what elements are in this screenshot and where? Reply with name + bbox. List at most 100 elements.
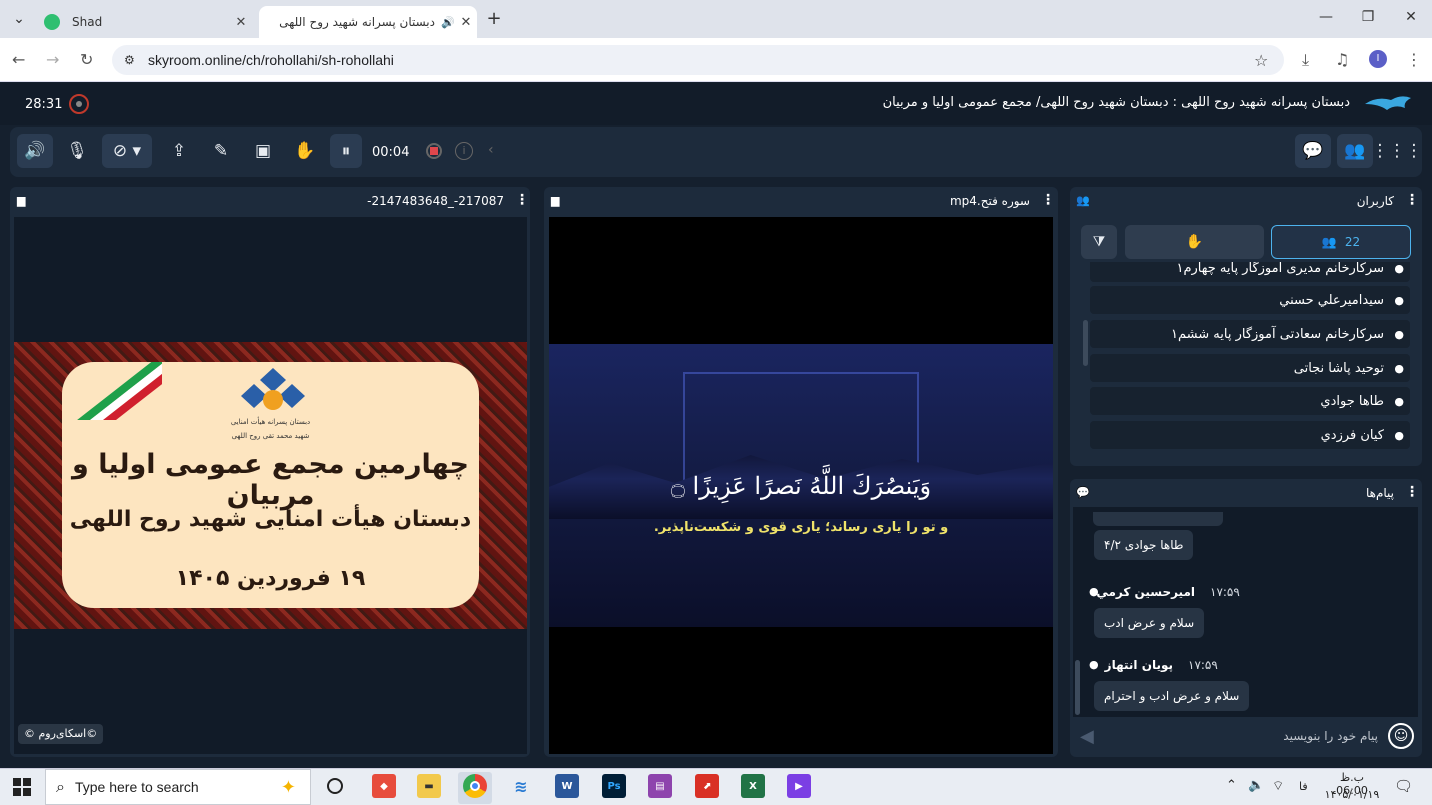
presentation-menu-icon[interactable]: ⋮	[515, 192, 529, 208]
microphone-muted-icon[interactable]: 🎙	[59, 134, 95, 168]
screen-share-icon[interactable]: ⇪	[161, 134, 197, 168]
app-icon[interactable]: ≋	[509, 774, 533, 798]
user-row[interactable]: ● سرکارخانم سعادتی آموزگار پایه ششم۱	[1090, 320, 1410, 348]
user-row[interactable]: ● کیان فرزدي	[1090, 421, 1410, 449]
users-icon: 👥	[1321, 235, 1337, 249]
messages-scrollbar[interactable]	[1075, 660, 1080, 715]
user-name: سیدامیرعلي حسني	[1279, 292, 1384, 308]
back-icon[interactable]: ←	[12, 50, 25, 69]
minimize-button[interactable]: —	[1316, 9, 1336, 25]
forward-icon[interactable]: →	[46, 50, 59, 69]
address-bar[interactable]: ⚙ skyroom.online/ch/rohollahi/sh-roholla…	[112, 45, 1284, 75]
school-logo-icon	[241, 368, 305, 410]
chat-toggle-button[interactable]: 💬	[1295, 134, 1331, 168]
user-name: توحید پاشا نجاتی	[1293, 360, 1384, 376]
shad-favicon-icon	[44, 14, 60, 30]
taskbar-date[interactable]: ۱۴۰۵/۰۱/۱۹	[1324, 788, 1380, 801]
tab-shad[interactable]: Shad ✕	[34, 6, 252, 38]
slide-school-line2: شهید محمد تقی روح اللهی	[231, 432, 310, 440]
tray-chevron-icon[interactable]: ⌃	[1226, 778, 1237, 793]
site-info-icon[interactable]: ⚙	[124, 53, 138, 67]
user-row[interactable]: ● سیدامیرعلي حسني	[1090, 286, 1410, 314]
ayah-translation: و تو را یاری رساند؛ یاری قوی و شکست‌ناپذ…	[653, 520, 949, 535]
slide-school-line1: دبستان پسرانه هیأت امنایی	[230, 418, 311, 426]
word-app-icon[interactable]: W	[555, 774, 579, 798]
user-icon: ●	[1394, 327, 1404, 341]
user-row[interactable]: ● توحید پاشا نجاتی	[1090, 354, 1410, 382]
media-app-icon[interactable]: ▶	[787, 774, 811, 798]
browser-menu-icon[interactable]: ⋮	[1406, 50, 1422, 69]
reload-icon[interactable]: ↻	[80, 50, 93, 69]
chrome-app-icon[interactable]	[463, 774, 487, 798]
network-icon[interactable]: ⌔	[1272, 778, 1284, 794]
window-close-button[interactable]: ✕	[1401, 9, 1421, 25]
message-bubble: سلام و عرض ادب	[1094, 608, 1205, 638]
raise-hand-icon[interactable]: ✋	[287, 134, 323, 168]
excel-app-icon[interactable]: X	[741, 774, 765, 798]
user-icon: ●	[1394, 428, 1404, 442]
raised-hands-tab[interactable]: ✋	[1125, 225, 1264, 259]
file-explorer-icon[interactable]: ▬	[417, 774, 441, 798]
windows-start-icon[interactable]	[13, 778, 31, 796]
task-view-icon[interactable]	[327, 778, 343, 794]
language-indicator[interactable]: فا	[1299, 780, 1308, 793]
message-sender: پویان انتهاز	[1104, 658, 1173, 672]
messages-title: پیام‌ها	[1365, 486, 1394, 500]
pdf-app-icon[interactable]: ⬈	[695, 774, 719, 798]
maximize-button[interactable]: ❐	[1358, 9, 1378, 25]
user-row[interactable]: ● طاها جوادي	[1090, 387, 1410, 415]
file-icon: ▆	[551, 194, 560, 207]
user-name: کیان فرزدي	[1320, 427, 1384, 443]
tab-close-icon[interactable]: ✕	[455, 15, 477, 30]
apps-grid-icon[interactable]: ⋮⋮⋮	[1372, 134, 1423, 168]
all-users-tab[interactable]: 👥 22	[1271, 225, 1411, 259]
speaker-toggle-button[interactable]: 🔊	[17, 134, 53, 168]
recording-indicator-icon	[69, 94, 89, 114]
tab-skyroom[interactable]: دبستان پسرانه شهید روح اللهی 🔊 ✕	[259, 6, 477, 38]
user-name: سرکارخانم سعادتی آموزگار پایه ششم۱	[1171, 326, 1384, 342]
tab-title: دبستان پسرانه شهید روح اللهی	[279, 15, 435, 29]
users-title: کاربران	[1356, 194, 1394, 208]
stop-recording-button[interactable]	[426, 143, 442, 159]
user-icon: ●	[1394, 394, 1404, 408]
collapse-chevron-icon[interactable]: ‹	[488, 142, 494, 158]
room-title: دبستان پسرانه شهید روح اللهی : دبستان شه…	[882, 95, 1350, 110]
filter-icon[interactable]: ⧩	[1081, 225, 1117, 259]
volume-icon[interactable]: 🔈	[1248, 778, 1264, 793]
files-icon[interactable]: ▣	[245, 134, 281, 168]
download-icon[interactable]: ⤓	[1302, 50, 1309, 70]
taskbar-search[interactable]: ⌕ Type here to search ✦	[45, 769, 311, 805]
profile-avatar[interactable]: I	[1369, 50, 1387, 68]
video-menu-icon[interactable]: ⋮	[1041, 192, 1055, 208]
new-tab-button[interactable]: +	[484, 8, 504, 29]
search-placeholder: Type here to search	[74, 779, 199, 795]
photoshop-app-icon[interactable]: Ps	[602, 774, 626, 798]
anydesk-app-icon[interactable]: ◆	[372, 774, 396, 798]
users-toggle-button[interactable]: 👥	[1337, 134, 1373, 168]
users-scrollbar[interactable]	[1083, 320, 1088, 366]
users-menu-icon[interactable]: ⋮	[1405, 192, 1419, 208]
message-bubble: سلام و عرض ادب و احترام	[1094, 681, 1250, 711]
send-icon[interactable]: ◀	[1080, 726, 1094, 747]
camera-off-button[interactable]: ⊘ ▾	[102, 134, 152, 168]
tab-title: Shad	[72, 15, 103, 29]
url-text[interactable]: skyroom.online/ch/rohollahi/sh-rohollahi	[148, 52, 1254, 68]
notifications-icon[interactable]: 🗨	[1394, 777, 1413, 795]
message-input[interactable]: پیام خود را بنویسید	[1110, 729, 1378, 743]
winrar-app-icon[interactable]: ▤	[648, 774, 672, 798]
bookmark-star-icon[interactable]: ☆	[1254, 51, 1284, 70]
messages-menu-icon[interactable]: ⋮	[1405, 484, 1419, 500]
chrome-center	[470, 781, 480, 791]
info-icon[interactable]: i	[455, 142, 473, 160]
user-icon: ●	[1394, 361, 1404, 375]
pause-recording-button[interactable]: ⏸	[330, 134, 362, 168]
emoji-icon[interactable]: ☺	[1388, 723, 1414, 749]
message-bubble: طاها جوادی ۴/۲	[1094, 530, 1194, 560]
tab-search-icon[interactable]: ⌄	[10, 11, 28, 27]
presentation-title: 217087-_2147483648-	[367, 194, 504, 208]
message-time: ۱۷:۵۹	[1188, 658, 1218, 672]
users-count: 22	[1344, 235, 1361, 249]
whiteboard-brush-icon[interactable]: ✎	[203, 134, 239, 168]
media-control-icon[interactable]: ♫	[1335, 50, 1349, 69]
tab-close-icon[interactable]: ✕	[230, 15, 252, 30]
